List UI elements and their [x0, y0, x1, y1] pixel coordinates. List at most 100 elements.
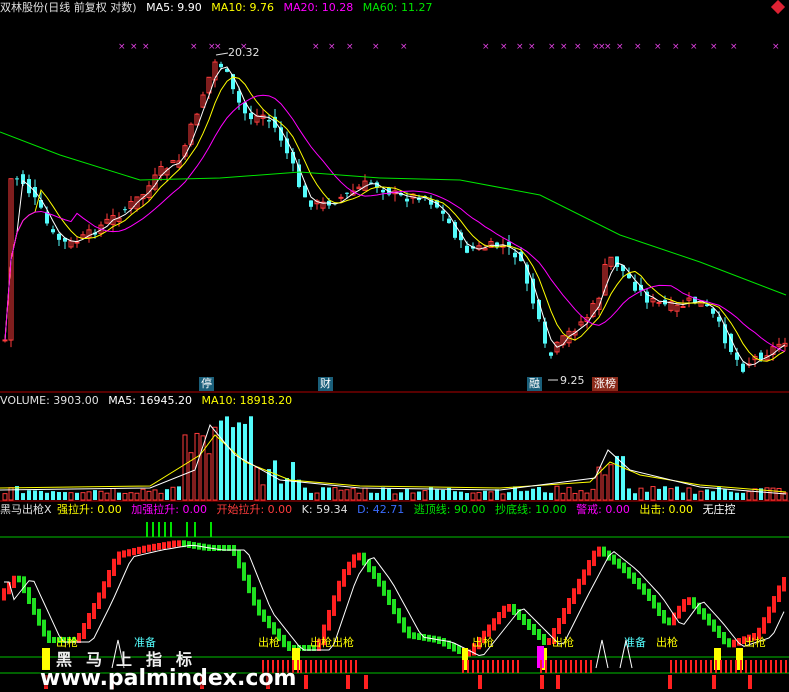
volume-bar — [152, 489, 158, 501]
bottom-red-bar — [748, 675, 752, 689]
signal-x-mark: × — [548, 42, 556, 52]
volume-bar — [57, 491, 61, 500]
red-spike — [580, 660, 582, 673]
zhunbei-label: 准备 — [624, 635, 646, 649]
bottom-red-bar — [346, 675, 350, 689]
indicator-item-jiaqianglasheng: 加强拉升: 0.00 — [131, 503, 207, 516]
red-spike — [675, 660, 677, 673]
red-spike — [785, 660, 787, 673]
volume-bar — [417, 491, 421, 500]
kd-segment — [372, 566, 376, 579]
kd-segment — [287, 641, 291, 651]
kd-segment — [617, 558, 621, 569]
kd-segment — [542, 634, 546, 645]
volume-bar — [633, 493, 637, 500]
kd-segment — [567, 598, 571, 614]
volume-bar — [75, 492, 79, 500]
strong-pull-tick — [164, 522, 166, 537]
kd-segment — [582, 569, 586, 585]
kd-segment — [382, 580, 386, 596]
kd-segment — [602, 546, 606, 557]
kd-segment — [387, 589, 391, 605]
volume-bar — [104, 492, 110, 501]
red-spike — [570, 660, 572, 673]
candle-body — [447, 218, 451, 224]
kd-segment — [682, 599, 686, 612]
chuqiang-label: 出枪 — [472, 635, 494, 649]
volume-ma5-line — [0, 423, 787, 495]
signal-x-mark: × — [190, 42, 198, 52]
kd-segment — [42, 619, 46, 637]
red-spike — [560, 660, 562, 673]
candle-body — [741, 363, 745, 372]
volume-bar — [608, 464, 614, 501]
kd-segment — [162, 542, 166, 549]
volume-bar — [495, 489, 499, 500]
kd-segment — [392, 599, 396, 615]
kd-segment — [362, 552, 366, 566]
kd-segment — [712, 619, 716, 632]
red-spike — [472, 660, 474, 673]
bottom-red-bar — [364, 675, 368, 689]
signal-x-mark: × — [560, 42, 568, 52]
signal-x-mark: × — [710, 42, 718, 52]
kd-segment — [2, 588, 6, 601]
kd-segment — [267, 615, 271, 629]
red-spike — [325, 660, 327, 673]
volume-bar — [741, 492, 745, 500]
signal-x-mark: × — [214, 42, 222, 52]
red-spike — [545, 660, 547, 673]
red-spike — [517, 660, 519, 673]
red-spike — [497, 660, 499, 673]
candle-body — [303, 185, 307, 198]
candle-body — [267, 120, 271, 122]
volume-bar — [519, 491, 523, 500]
volume-bar — [303, 487, 307, 500]
volume-bar — [356, 492, 362, 501]
candle-body — [465, 245, 469, 253]
volume-bar — [560, 492, 566, 501]
ma20-line — [4, 94, 786, 352]
volume-bar — [711, 491, 715, 500]
kd-segment — [417, 633, 421, 640]
volume-bar — [453, 491, 457, 500]
red-spike — [770, 660, 772, 673]
kd-segment — [107, 570, 111, 588]
bottom-red-bar — [712, 675, 716, 689]
volume-bar — [729, 491, 733, 500]
kd-segment — [87, 613, 91, 629]
volume-bar — [110, 488, 116, 501]
volume-bar — [117, 492, 121, 500]
signal-x-mark: × — [604, 42, 612, 52]
volume-bar — [86, 491, 92, 501]
bottom-red-bar — [478, 675, 482, 689]
volume-bar — [549, 492, 553, 500]
signal-x-mark: × — [672, 42, 680, 52]
red-spike — [487, 660, 489, 673]
volume-bar — [645, 491, 649, 500]
red-spike — [720, 660, 722, 673]
volume-bar — [362, 487, 368, 501]
kd-segment — [352, 554, 356, 568]
kd-segment — [327, 609, 331, 631]
marker-cai: 财 — [318, 377, 333, 391]
kd-segment — [332, 595, 336, 616]
kline-chart[interactable]: × × × × ×× × × × × × × × × × × × × × ××× × × × × × × × ×出枪 出枪 出枪 出枪 出枪… — [0, 0, 789, 692]
bottom-red-bar — [556, 675, 560, 689]
indicator-name[interactable]: 黑马出枪X — [0, 503, 52, 516]
candle-body — [519, 251, 523, 262]
kd-segment — [532, 624, 536, 635]
kd-segment — [507, 604, 511, 612]
red-spike — [310, 660, 312, 673]
kd-segment — [642, 583, 646, 595]
kd-segment — [657, 602, 661, 616]
candle-body — [15, 178, 19, 180]
volume-bar — [237, 422, 241, 500]
strong-pull-tick — [186, 522, 188, 537]
kd-segment — [32, 598, 36, 615]
kd-segment — [37, 608, 41, 626]
volume-bar — [387, 488, 391, 500]
volume-bar — [663, 486, 667, 500]
kd-segment — [142, 545, 146, 553]
red-spike — [482, 660, 484, 673]
